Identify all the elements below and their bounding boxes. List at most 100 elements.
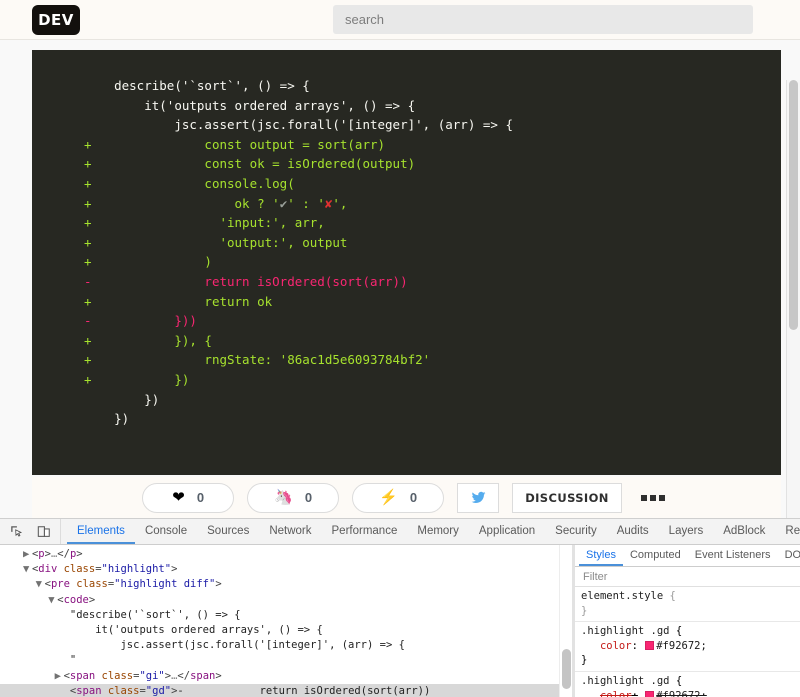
css-rule[interactable]: .highlight .gd { color: #f92672;} <box>575 622 800 672</box>
devtools-tab-elements[interactable]: Elements <box>67 519 135 544</box>
reaction-button-bookmark[interactable]: ⚡ 0 <box>352 482 445 513</box>
discussion-button[interactable]: DISCUSSION <box>512 482 622 513</box>
code-line: + console.log( <box>84 174 781 194</box>
css-colon: : <box>631 689 638 697</box>
color-swatch[interactable] <box>645 690 655 697</box>
dom-tree-row[interactable]: " <box>0 653 572 668</box>
dom-token: "gi" <box>139 669 165 682</box>
dev-logo[interactable]: DEV <box>32 4 80 35</box>
devtools-tab-strip: Elements Console Sources Network Performance… <box>61 519 800 544</box>
devtools-tab-redux[interactable]: Redux <box>775 519 800 544</box>
dom-tree-row[interactable]: ▼ <div class="highlight"> <box>0 562 572 577</box>
dom-token: > <box>171 563 178 576</box>
devtools-tab-console[interactable]: Console <box>135 519 197 544</box>
collapse-arrow-icon[interactable]: ▼ <box>36 577 45 592</box>
dom-tree: ▶ <p>…</p> ▼ <div class="highlight"> ▼ <pre… <box>0 547 572 697</box>
devtools-tab-sources[interactable]: Sources <box>197 519 259 544</box>
dom-tree-row[interactable]: jsc.assert(jsc.forall('[integer]', (arr)… <box>0 638 572 653</box>
dom-token: pre <box>50 578 70 591</box>
search-input[interactable] <box>333 5 753 34</box>
expand-arrow-icon[interactable]: ▶ <box>23 547 32 562</box>
dom-token: jsc.assert(jsc.forall('[integer]', (arr)… <box>120 639 405 652</box>
styles-tab-dom[interactable]: DOM <box>778 545 800 566</box>
device-toolbar-icon[interactable] <box>34 522 54 542</box>
code-line-marker: + <box>84 234 92 250</box>
code-line-text: }) <box>114 371 190 387</box>
page-scrollbar-thumb[interactable] <box>789 80 798 330</box>
dom-tree-scrollbar[interactable] <box>559 545 572 697</box>
css-rule-selector: .highlight .gd { <box>581 674 683 687</box>
devtools-body: ▶ <p>…</p> ▼ <div class="highlight"> ▼ <pre… <box>0 545 800 697</box>
reaction-button-unicorn[interactable]: 🦄 0 <box>247 482 340 513</box>
css-rule[interactable]: .highlight .gd { color: #f92672;} <box>575 672 800 697</box>
devtools-tab-audits[interactable]: Audits <box>607 519 659 544</box>
code-line-text: 'input:', arr, <box>114 215 325 231</box>
code-line-text: return ok <box>114 293 273 309</box>
inspect-element-icon[interactable] <box>6 522 26 542</box>
no-arrow <box>61 653 70 668</box>
styles-tab-event-listeners[interactable]: Event Listeners <box>688 545 778 566</box>
dom-tree-row[interactable]: "describe('`sort`', () => { <box>0 608 572 623</box>
dom-tree-row[interactable]: it('outputs ordered arrays', () => { <box>0 623 572 638</box>
dom-tree-row[interactable]: ▶ <p>…</p> <box>0 547 572 562</box>
dom-tree-scrollbar-thumb[interactable] <box>562 649 571 689</box>
dom-token: - return isOrdered(sort(arr)) <box>177 684 431 697</box>
dom-token: class <box>69 578 108 591</box>
heart-icon: ❤ <box>172 489 185 506</box>
dom-token: > <box>76 548 83 560</box>
reaction-count: 0 <box>304 490 313 505</box>
twitter-icon <box>471 491 486 503</box>
code-line-marker <box>84 117 92 132</box>
expand-arrow-icon[interactable]: ▶ <box>55 669 64 684</box>
styles-filter-input[interactable] <box>581 569 794 584</box>
share-twitter-button[interactable] <box>457 482 500 513</box>
code-line-marker: + <box>84 332 92 348</box>
dom-token: > <box>88 593 96 606</box>
styles-tab-styles[interactable]: Styles <box>579 545 623 566</box>
code-line: + 'input:', arr, <box>84 213 781 233</box>
devtools-tab-adblock[interactable]: AdBlock <box>713 519 775 544</box>
code-line-marker: + <box>84 352 92 368</box>
devtools-tab-layers[interactable]: Layers <box>659 519 714 544</box>
code-line: jsc.assert(jsc.forall('[integer]', (arr)… <box>84 115 781 135</box>
css-rule-selector: element.style { <box>581 590 676 602</box>
no-arrow <box>61 684 70 697</box>
reaction-count: 0 <box>409 490 418 505</box>
dom-tree-row[interactable]: ▼ <pre class="highlight diff"> <box>0 577 572 592</box>
overflow-menu-button[interactable] <box>635 494 671 501</box>
reaction-button-heart[interactable]: ❤ 0 <box>142 482 235 513</box>
devtools-tab-performance[interactable]: Performance <box>322 519 408 544</box>
code-line: + ) <box>84 252 781 272</box>
devtools-tab-application[interactable]: Application <box>469 519 545 544</box>
css-declaration[interactable]: color: #f92672; <box>581 639 794 654</box>
code-line-text: const output = sort(arr) <box>114 136 386 152</box>
styles-tab-computed[interactable]: Computed <box>623 545 688 566</box>
css-value: #f92672; <box>656 689 707 697</box>
dom-token: span <box>69 669 96 682</box>
styles-rule-list: element.style {} .highlight .gd { color: … <box>575 587 800 697</box>
css-declaration[interactable]: color: #f92672; <box>581 689 794 697</box>
devtools-tab-network[interactable]: Network <box>259 519 321 544</box>
css-value: #f92672; <box>656 639 707 652</box>
dot-icon <box>649 494 656 501</box>
code-line-marker: + <box>84 215 92 231</box>
dom-token: </ <box>177 669 191 682</box>
devtools-toolbar: Elements Console Sources Network Performance… <box>0 519 800 545</box>
devtools-tab-memory[interactable]: Memory <box>407 519 469 544</box>
collapse-arrow-icon[interactable]: ▼ <box>48 593 57 608</box>
check-mark-icon: ✔ <box>279 195 288 211</box>
dom-tree-row[interactable]: ▼ <code> <box>0 593 572 608</box>
dom-tree-row[interactable]: <span class="gd">- return isOrdered(sort… <box>0 683 572 697</box>
color-swatch[interactable] <box>645 640 655 650</box>
page-scrollbar[interactable] <box>786 80 800 518</box>
code-block-diff: describe('`sort`', () => { it('outputs o… <box>32 50 781 475</box>
code-line-marker: - <box>84 313 92 329</box>
css-property: color <box>599 689 632 697</box>
css-rule[interactable]: element.style {} <box>575 587 800 623</box>
dev-top-navigation: DEV <box>0 0 800 40</box>
code-line: + 'output:', output <box>84 233 781 253</box>
dom-tree-row[interactable]: ▶ <span class="gi">…</span> <box>0 669 572 684</box>
collapse-arrow-icon[interactable]: ▼ <box>23 562 32 577</box>
devtools-tab-security[interactable]: Security <box>545 519 607 544</box>
code-line-text: }) <box>114 411 130 427</box>
